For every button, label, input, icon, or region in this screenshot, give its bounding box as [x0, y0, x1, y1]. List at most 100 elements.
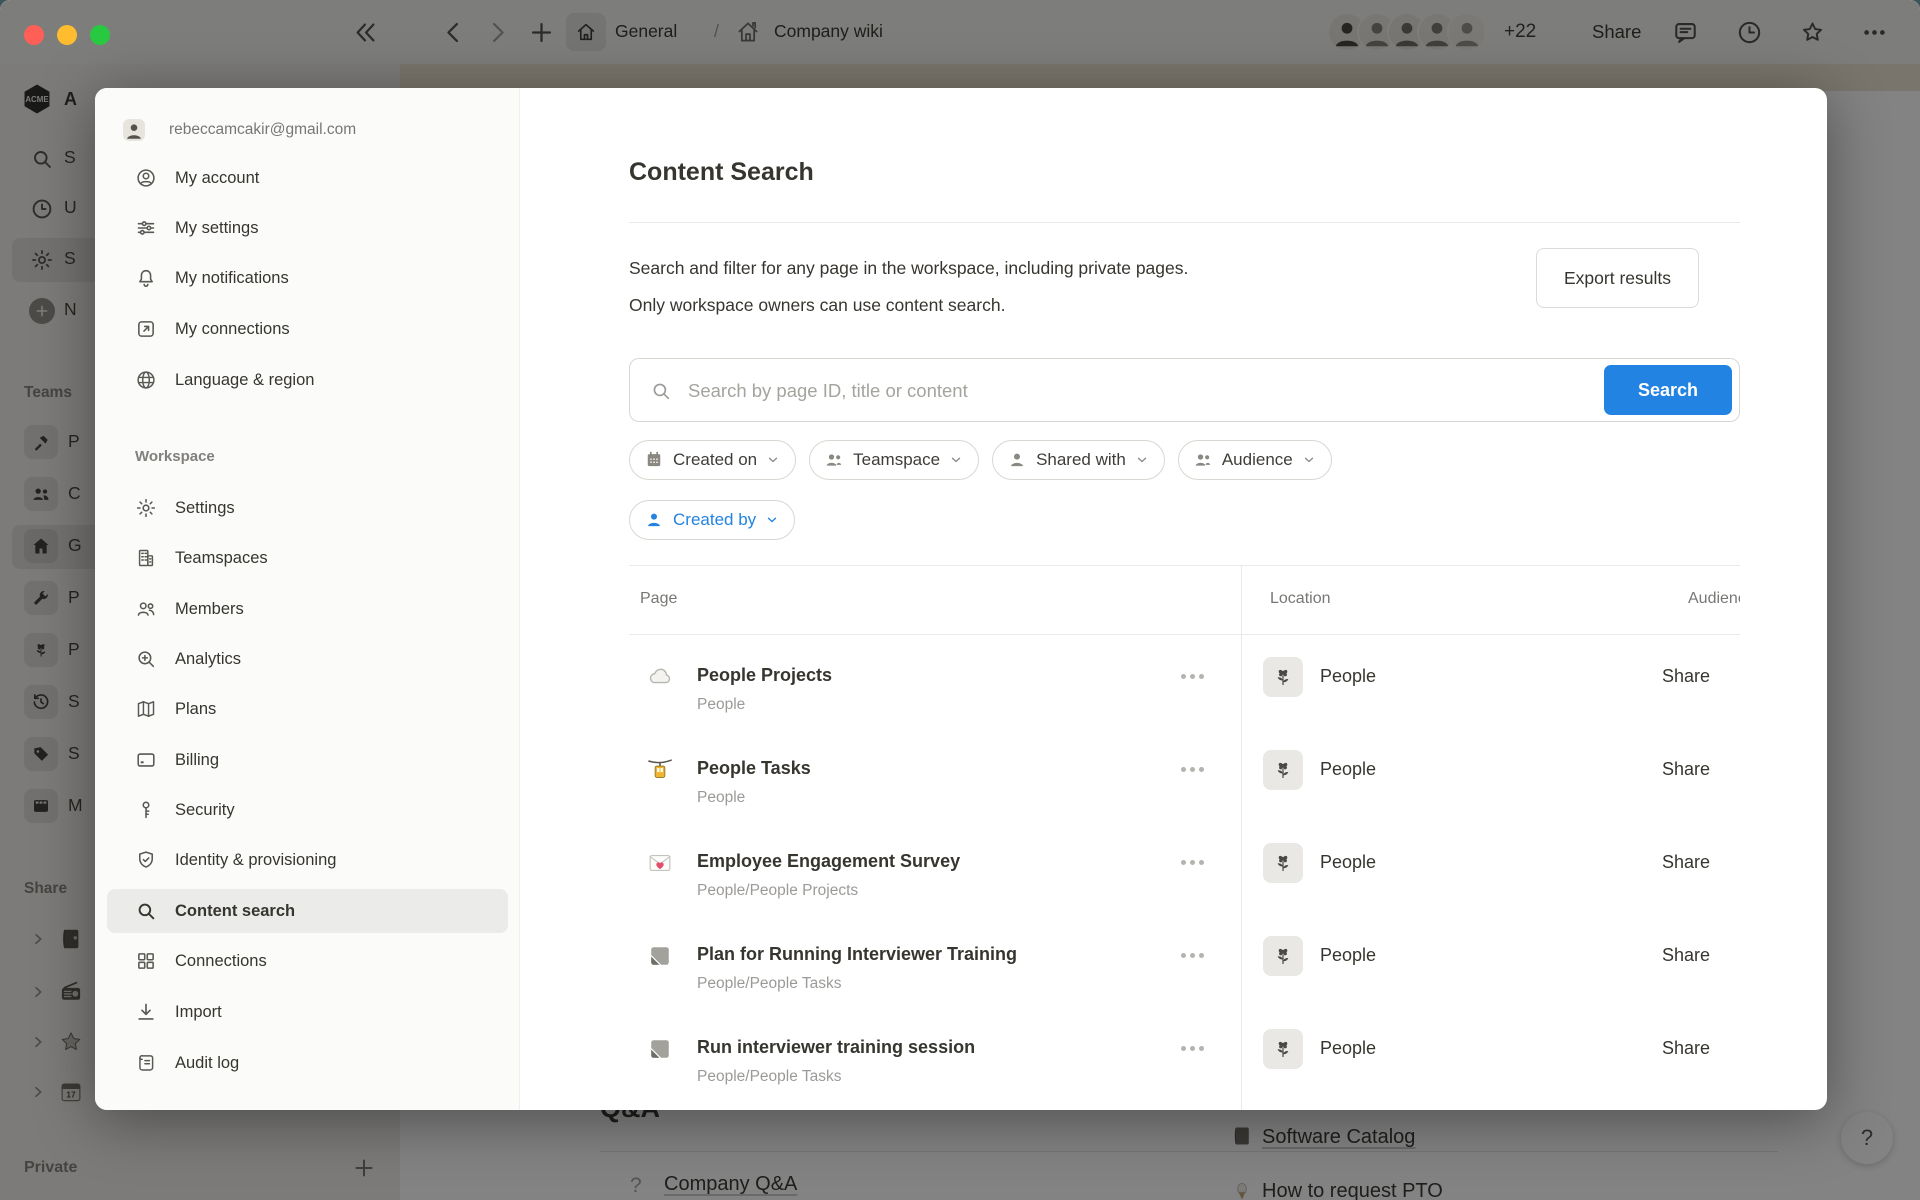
- teamspace-flower-icon: [1263, 1029, 1303, 1069]
- row-location: People: [1320, 1038, 1376, 1059]
- teamspace-flower-icon: [1263, 936, 1303, 976]
- settings-nav-audit-log[interactable]: Audit log: [107, 1041, 508, 1085]
- chevron-down-icon: [765, 513, 779, 527]
- row-location: People: [1320, 666, 1376, 687]
- settings-sidebar: rebeccamcakir@gmail.com My account My se…: [95, 88, 520, 1110]
- app-window: General / Company wiki +22 Share ACME A: [0, 0, 1920, 1200]
- members-icon: [135, 598, 157, 620]
- window-controls: [24, 25, 110, 45]
- note-icon: [646, 942, 674, 970]
- person-icon: [1007, 450, 1027, 470]
- settings-nav-identity[interactable]: Identity & provisioning: [107, 838, 508, 882]
- row-more-icon[interactable]: [1181, 953, 1204, 958]
- row-audience: Share: [1662, 852, 1740, 873]
- row-location: People: [1320, 852, 1376, 873]
- scroll-icon: [135, 1052, 157, 1074]
- active-filter-row: Created by: [629, 500, 795, 540]
- table-row[interactable]: People Tasks People People Share: [629, 727, 1740, 820]
- settings-nav-import[interactable]: Import: [107, 990, 508, 1034]
- settings-nav-billing[interactable]: Billing: [107, 738, 508, 782]
- person-circle-icon: [135, 167, 157, 189]
- people-icon: [824, 450, 844, 470]
- page-path: People/People Projects: [697, 882, 858, 900]
- page-title[interactable]: People Projects: [697, 665, 832, 686]
- table-border: [629, 565, 1740, 566]
- settings-nav-connections[interactable]: Connections: [107, 939, 508, 983]
- globe-icon: [135, 369, 157, 391]
- settings-nav-analytics[interactable]: Analytics: [107, 637, 508, 681]
- magnifier-plus-icon: [135, 648, 157, 670]
- credit-card-icon: [135, 749, 157, 771]
- teamspace-flower-icon: [1263, 843, 1303, 883]
- settings-dialog: rebeccamcakir@gmail.com My account My se…: [95, 88, 1827, 1110]
- filter-chips: Created on Teamspace Shared with Audienc…: [629, 440, 1332, 480]
- chevron-down-icon: [1302, 453, 1316, 467]
- row-audience: Share: [1662, 759, 1740, 780]
- table-row[interactable]: People Projects People People Share: [629, 634, 1740, 727]
- table-row[interactable]: Employee Engagement Survey People/People…: [629, 820, 1740, 913]
- close-window-button[interactable]: [24, 25, 44, 45]
- row-location: People: [1320, 945, 1376, 966]
- chevron-down-icon: [1135, 453, 1149, 467]
- filter-created-by[interactable]: Created by: [629, 500, 795, 540]
- row-location: People: [1320, 759, 1376, 780]
- tram-icon: [646, 756, 674, 784]
- external-link-icon: [135, 318, 157, 340]
- chevron-down-icon: [949, 453, 963, 467]
- settings-nav-members[interactable]: Members: [107, 587, 508, 631]
- column-header-page: Page: [640, 590, 677, 608]
- teamspace-flower-icon: [1263, 657, 1303, 697]
- minimize-window-button[interactable]: [57, 25, 77, 45]
- row-more-icon[interactable]: [1181, 1046, 1204, 1051]
- search-icon: [135, 900, 157, 922]
- key-icon: [135, 799, 157, 821]
- export-results-button[interactable]: Export results: [1536, 248, 1699, 308]
- search-icon: [650, 380, 672, 402]
- page-path: People: [697, 789, 745, 807]
- settings-nav-language-region[interactable]: Language & region: [107, 358, 508, 402]
- settings-nav-content-search[interactable]: Content search: [107, 889, 508, 933]
- gear-icon: [135, 497, 157, 519]
- account-header: rebeccamcakir@gmail.com: [107, 108, 508, 152]
- settings-nav-my-notifications[interactable]: My notifications: [107, 256, 508, 300]
- zoom-window-button[interactable]: [90, 25, 110, 45]
- cloud-icon: [646, 663, 674, 691]
- row-audience: Share: [1662, 945, 1740, 966]
- filter-created-on[interactable]: Created on: [629, 440, 796, 480]
- settings-nav-my-account[interactable]: My account: [107, 156, 508, 200]
- page-title[interactable]: Run interviewer training session: [697, 1037, 975, 1058]
- page-title[interactable]: Employee Engagement Survey: [697, 851, 960, 872]
- settings-nav-teamspaces[interactable]: Teamspaces: [107, 536, 508, 580]
- sliders-icon: [135, 217, 157, 239]
- page-title[interactable]: People Tasks: [697, 758, 811, 779]
- settings-nav-my-connections[interactable]: My connections: [107, 307, 508, 351]
- account-avatar: [123, 119, 145, 141]
- settings-nav-plans[interactable]: Plans: [107, 687, 508, 731]
- settings-nav-my-settings[interactable]: My settings: [107, 206, 508, 250]
- bell-icon: [135, 267, 157, 289]
- people-icon: [1193, 450, 1213, 470]
- search-button[interactable]: Search: [1604, 365, 1732, 415]
- row-more-icon[interactable]: [1181, 860, 1204, 865]
- search-input[interactable]: [686, 360, 1690, 422]
- row-more-icon[interactable]: [1181, 767, 1204, 772]
- filter-shared-with[interactable]: Shared with: [992, 440, 1165, 480]
- love-letter-icon: [646, 849, 674, 877]
- row-more-icon[interactable]: [1181, 674, 1204, 679]
- download-icon: [135, 1001, 157, 1023]
- chevron-down-icon: [766, 453, 780, 467]
- table-row[interactable]: Run interviewer training session People/…: [629, 1006, 1740, 1099]
- page-path: People: [697, 696, 745, 714]
- row-audience: Share: [1662, 1038, 1740, 1059]
- table-row[interactable]: Plan for Running Interviewer Training Pe…: [629, 913, 1740, 1006]
- building-icon: [135, 547, 157, 569]
- row-audience: Share: [1662, 666, 1740, 687]
- filter-teamspace[interactable]: Teamspace: [809, 440, 979, 480]
- page-title[interactable]: Plan for Running Interviewer Training: [697, 944, 1017, 965]
- column-header-location: Location: [1270, 590, 1331, 608]
- calendar-icon: [644, 450, 664, 470]
- filter-audience[interactable]: Audience: [1178, 440, 1332, 480]
- settings-nav-security[interactable]: Security: [107, 788, 508, 832]
- panel-description: Search and filter for any page in the wo…: [629, 250, 1188, 324]
- settings-nav-settings[interactable]: Settings: [107, 486, 508, 530]
